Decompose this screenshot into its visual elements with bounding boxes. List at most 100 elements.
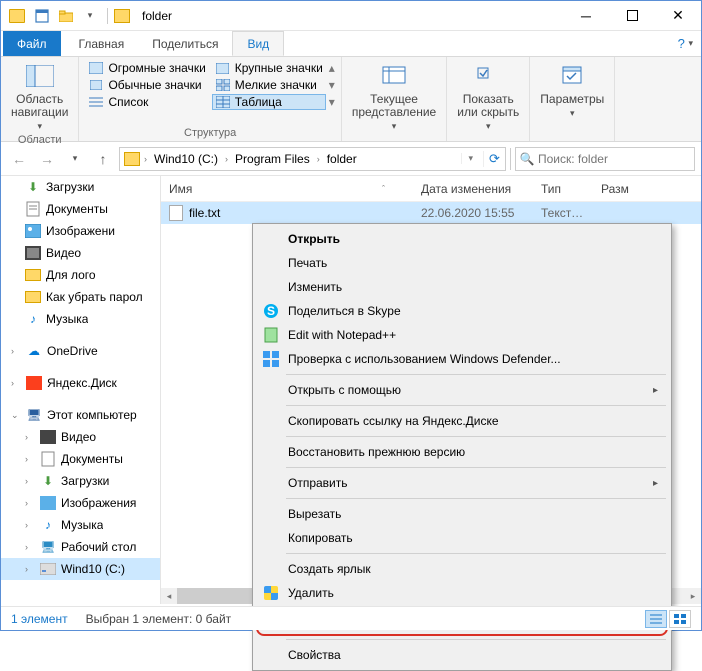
folder-icon: [114, 9, 130, 23]
tab-home[interactable]: Главная: [65, 31, 139, 56]
tree-for-logo[interactable]: Для лого: [1, 264, 160, 286]
expander-icon[interactable]: ›: [11, 378, 21, 388]
tree-music2[interactable]: ›♪Музыка: [1, 514, 160, 536]
tree-pictures2[interactable]: ›Изображения: [1, 492, 160, 514]
layout-gallery[interactable]: Огромные значки Обычные значки Список Кр…: [85, 60, 334, 110]
view-details-button[interactable]: [645, 610, 667, 628]
qat-new-folder-button[interactable]: [55, 5, 77, 27]
chevron-right-icon[interactable]: ›: [144, 154, 147, 164]
crumb-drive[interactable]: Wind10 (C:): [151, 152, 221, 166]
minimize-button[interactable]: ─: [563, 1, 609, 30]
chevron-down-icon[interactable]: ▾: [461, 153, 479, 164]
ctx-open-with[interactable]: Открыть с помощью▸: [256, 378, 668, 402]
up-button[interactable]: ↑: [91, 147, 115, 171]
context-menu: Открыть Печать Изменить SПоделиться в Sk…: [252, 223, 672, 671]
navigation-pane-button[interactable]: Область навигации ▾: [7, 60, 72, 134]
refresh-button[interactable]: ⟳: [483, 151, 505, 167]
column-date[interactable]: Дата изменения: [413, 182, 533, 196]
navigation-tree[interactable]: ⬇Загрузки Документы Изображени Видео Для…: [1, 176, 161, 604]
ctx-print[interactable]: Печать: [256, 251, 668, 275]
ctx-delete[interactable]: Удалить: [256, 581, 668, 605]
expander-icon[interactable]: ›: [25, 520, 35, 530]
shield-icon: [262, 584, 280, 602]
file-row[interactable]: file.txt 22.06.2020 15:55 Текстовый доку…: [161, 202, 701, 224]
ctx-shortcut[interactable]: Создать ярлык: [256, 557, 668, 581]
tab-share[interactable]: Поделиться: [138, 31, 232, 56]
ctx-copy[interactable]: Копировать: [256, 526, 668, 550]
search-input[interactable]: [538, 152, 694, 166]
expander-icon[interactable]: ›: [25, 454, 35, 464]
maximize-button[interactable]: [609, 1, 655, 30]
crumb-programfiles[interactable]: Program Files: [232, 152, 313, 166]
tree-downloads[interactable]: ⬇Загрузки: [1, 176, 160, 198]
expander-icon[interactable]: ›: [25, 498, 35, 508]
qat-dropdown-button[interactable]: ▾: [79, 5, 101, 27]
gallery-expand-icon[interactable]: ▾: [329, 95, 335, 109]
layout-table[interactable]: Таблица: [212, 94, 326, 110]
tree-documents[interactable]: Документы: [1, 198, 160, 220]
expander-icon[interactable]: ⌄: [11, 410, 21, 421]
crumb-folder[interactable]: folder: [324, 152, 360, 166]
scroll-down-icon[interactable]: ▾: [329, 78, 335, 92]
ctx-skype[interactable]: SПоделиться в Skype: [256, 299, 668, 323]
breadcrumb[interactable]: › Wind10 (C:) › Program Files › folder ▾…: [119, 147, 506, 171]
help-button[interactable]: ? ▾: [678, 31, 693, 56]
column-name[interactable]: Имяˆ: [161, 182, 413, 196]
column-type[interactable]: Тип: [533, 182, 593, 196]
back-button[interactable]: ←: [7, 147, 31, 171]
submenu-arrow-icon: ▸: [653, 385, 658, 396]
layout-huge[interactable]: Огромные значки: [85, 60, 208, 76]
search-icon: 🔍: [516, 152, 538, 166]
close-button[interactable]: ✕: [655, 1, 701, 30]
expander-icon[interactable]: ›: [25, 432, 35, 442]
status-item-count: 1 элемент: [11, 612, 68, 626]
ctx-cut[interactable]: Вырезать: [256, 502, 668, 526]
scroll-up-icon[interactable]: ▴: [329, 61, 335, 75]
expander-icon[interactable]: ›: [25, 564, 35, 574]
tree-documents2[interactable]: ›Документы: [1, 448, 160, 470]
forward-button[interactable]: →: [35, 147, 59, 171]
history-dropdown[interactable]: ▾: [63, 147, 87, 171]
expander-icon[interactable]: ›: [25, 542, 35, 552]
current-view-button[interactable]: Текущее представление ▾: [348, 60, 440, 134]
tree-how-remove[interactable]: Как убрать парол: [1, 286, 160, 308]
tree-onedrive[interactable]: ›☁OneDrive: [1, 340, 160, 362]
layout-small[interactable]: Мелкие значки: [212, 77, 326, 93]
layout-list[interactable]: Список: [85, 94, 208, 110]
column-size[interactable]: Разм: [593, 182, 701, 196]
scroll-left-icon[interactable]: ◂: [161, 588, 177, 604]
scroll-right-icon[interactable]: ▸: [685, 588, 701, 604]
tree-video2[interactable]: ›Видео: [1, 426, 160, 448]
chevron-right-icon[interactable]: ›: [225, 154, 228, 164]
ctx-open[interactable]: Открыть: [256, 227, 668, 251]
tree-this-pc[interactable]: ⌄🖥Этот компьютер: [1, 404, 160, 426]
qat-properties-button[interactable]: [31, 5, 53, 27]
tab-view[interactable]: Вид: [232, 31, 284, 56]
tab-file[interactable]: Файл: [3, 31, 61, 56]
ctx-restore[interactable]: Восстановить прежнюю версию: [256, 440, 668, 464]
layout-large[interactable]: Крупные значки: [212, 60, 326, 76]
chevron-right-icon[interactable]: ›: [317, 154, 320, 164]
tree-downloads2[interactable]: ›⬇Загрузки: [1, 470, 160, 492]
tree-music[interactable]: ♪Музыка: [1, 308, 160, 330]
expander-icon[interactable]: ›: [11, 346, 21, 356]
expander-icon[interactable]: ›: [25, 476, 35, 486]
tree-video[interactable]: Видео: [1, 242, 160, 264]
tree-yandex-disk[interactable]: ›Яндекс.Диск: [1, 372, 160, 394]
ctx-edit[interactable]: Изменить: [256, 275, 668, 299]
view-icons-button[interactable]: [669, 610, 691, 628]
search-box[interactable]: 🔍: [515, 147, 695, 171]
options-button[interactable]: Параметры ▾: [536, 60, 608, 121]
tree-pictures[interactable]: Изображени: [1, 220, 160, 242]
ctx-defender[interactable]: Проверка с использованием Windows Defend…: [256, 347, 668, 371]
ctx-properties[interactable]: Свойства: [256, 643, 668, 667]
show-hide-button[interactable]: Показать или скрыть ▾: [453, 60, 523, 134]
tree-drive-c[interactable]: ›Wind10 (C:): [1, 558, 160, 580]
ctx-yandex-copy[interactable]: Скопировать ссылку на Яндекс.Диске: [256, 409, 668, 433]
ctx-send-to[interactable]: Отправить▸: [256, 471, 668, 495]
status-selection: Выбран 1 элемент: 0 байт: [86, 612, 232, 626]
tree-desktop[interactable]: ›🖥Рабочий стол: [1, 536, 160, 558]
chevron-down-icon: ▾: [486, 122, 491, 132]
layout-normal[interactable]: Обычные значки: [85, 77, 208, 93]
ctx-notepad[interactable]: Edit with Notepad++: [256, 323, 668, 347]
